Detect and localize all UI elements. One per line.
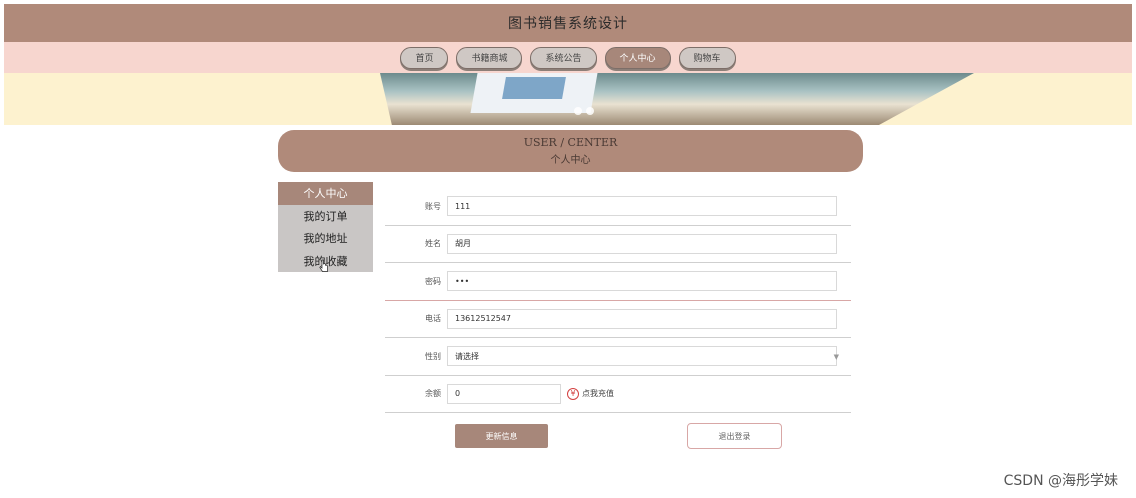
name-row: 姓名 胡月 (385, 226, 851, 263)
password-row: 密码 ••• (385, 263, 851, 301)
phone-label: 电话 (425, 314, 441, 324)
sidebar-item-user-center[interactable]: 个人中心 (278, 182, 373, 205)
account-label: 账号 (425, 201, 441, 211)
gender-label: 性别 (425, 351, 441, 361)
nav-home[interactable]: 首页 (400, 46, 449, 69)
nav-announcements[interactable]: 系统公告 (530, 46, 597, 69)
account-input[interactable]: 111 (447, 196, 837, 217)
site-header: 图书销售系统设计 (4, 4, 1132, 42)
user-center-heading: USER / CENTER 个人中心 (278, 130, 863, 172)
phone-row: 电话 13612512547 (385, 301, 851, 338)
balance-row: 余额 0 ¥ 点我充值 (385, 376, 851, 413)
watermark: CSDN @海彤学妹 (1003, 473, 1118, 489)
mouse-cursor-icon (319, 259, 328, 272)
gender-row: 性别 请选择 ▼ (385, 338, 851, 376)
name-input[interactable]: 胡月 (447, 233, 837, 254)
recharge-label: 点我充值 (582, 389, 614, 399)
phone-input[interactable]: 13612512547 (447, 308, 837, 329)
heading-chinese: 个人中心 (550, 155, 591, 166)
sidebar-item-orders[interactable]: 我的订单 (278, 205, 373, 228)
heading-english: USER / CENTER (523, 136, 618, 149)
nav-cart[interactable]: 购物车 (678, 46, 736, 69)
password-input[interactable]: ••• (447, 271, 837, 292)
nav-user-center[interactable]: 个人中心 (604, 46, 671, 69)
yen-icon: ¥ (567, 387, 579, 400)
main-nav: 首页 书籍商城 系统公告 个人中心 购物车 (4, 42, 1132, 73)
banner-carousel[interactable] (4, 73, 1132, 125)
update-info-button[interactable]: 更新信息 (455, 424, 548, 448)
gender-select[interactable]: 请选择 (447, 346, 837, 367)
carousel-dots (574, 107, 594, 115)
balance-input[interactable]: 0 (447, 383, 561, 404)
balance-label: 余额 (425, 389, 441, 399)
chevron-down-icon[interactable]: ▼ (834, 353, 839, 361)
site-title: 图书销售系统设计 (508, 16, 628, 32)
nav-bookstore[interactable]: 书籍商城 (456, 46, 523, 69)
name-label: 姓名 (425, 239, 441, 249)
carousel-dot[interactable] (574, 107, 582, 115)
banner-book-image (380, 73, 974, 125)
profile-form: 账号 111 姓名 胡月 密码 ••• 电话 13612512547 性别 请选… (385, 188, 851, 413)
recharge-link[interactable]: ¥ 点我充值 (567, 387, 614, 400)
banner-book-picture (502, 77, 566, 99)
carousel-dot[interactable] (586, 107, 594, 115)
page: 图书销售系统设计 首页 书籍商城 系统公告 个人中心 购物车 USER / CE… (0, 0, 1136, 498)
sidebar-item-address[interactable]: 我的地址 (278, 227, 373, 250)
logout-button[interactable]: 退出登录 (687, 423, 782, 449)
password-label: 密码 (425, 276, 441, 286)
account-row: 账号 111 (385, 188, 851, 226)
